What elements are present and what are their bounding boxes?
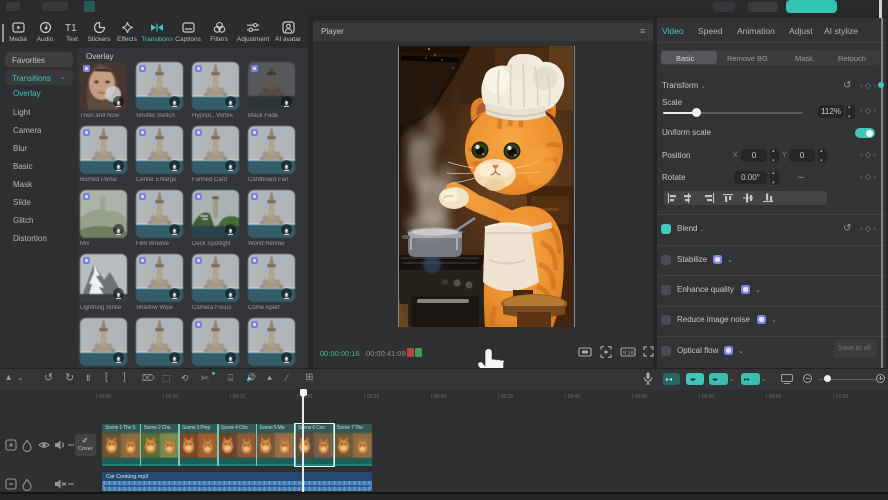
svg-text:9:16: 9:16 bbox=[623, 350, 634, 356]
svg-text:T1: T1 bbox=[65, 23, 77, 34]
